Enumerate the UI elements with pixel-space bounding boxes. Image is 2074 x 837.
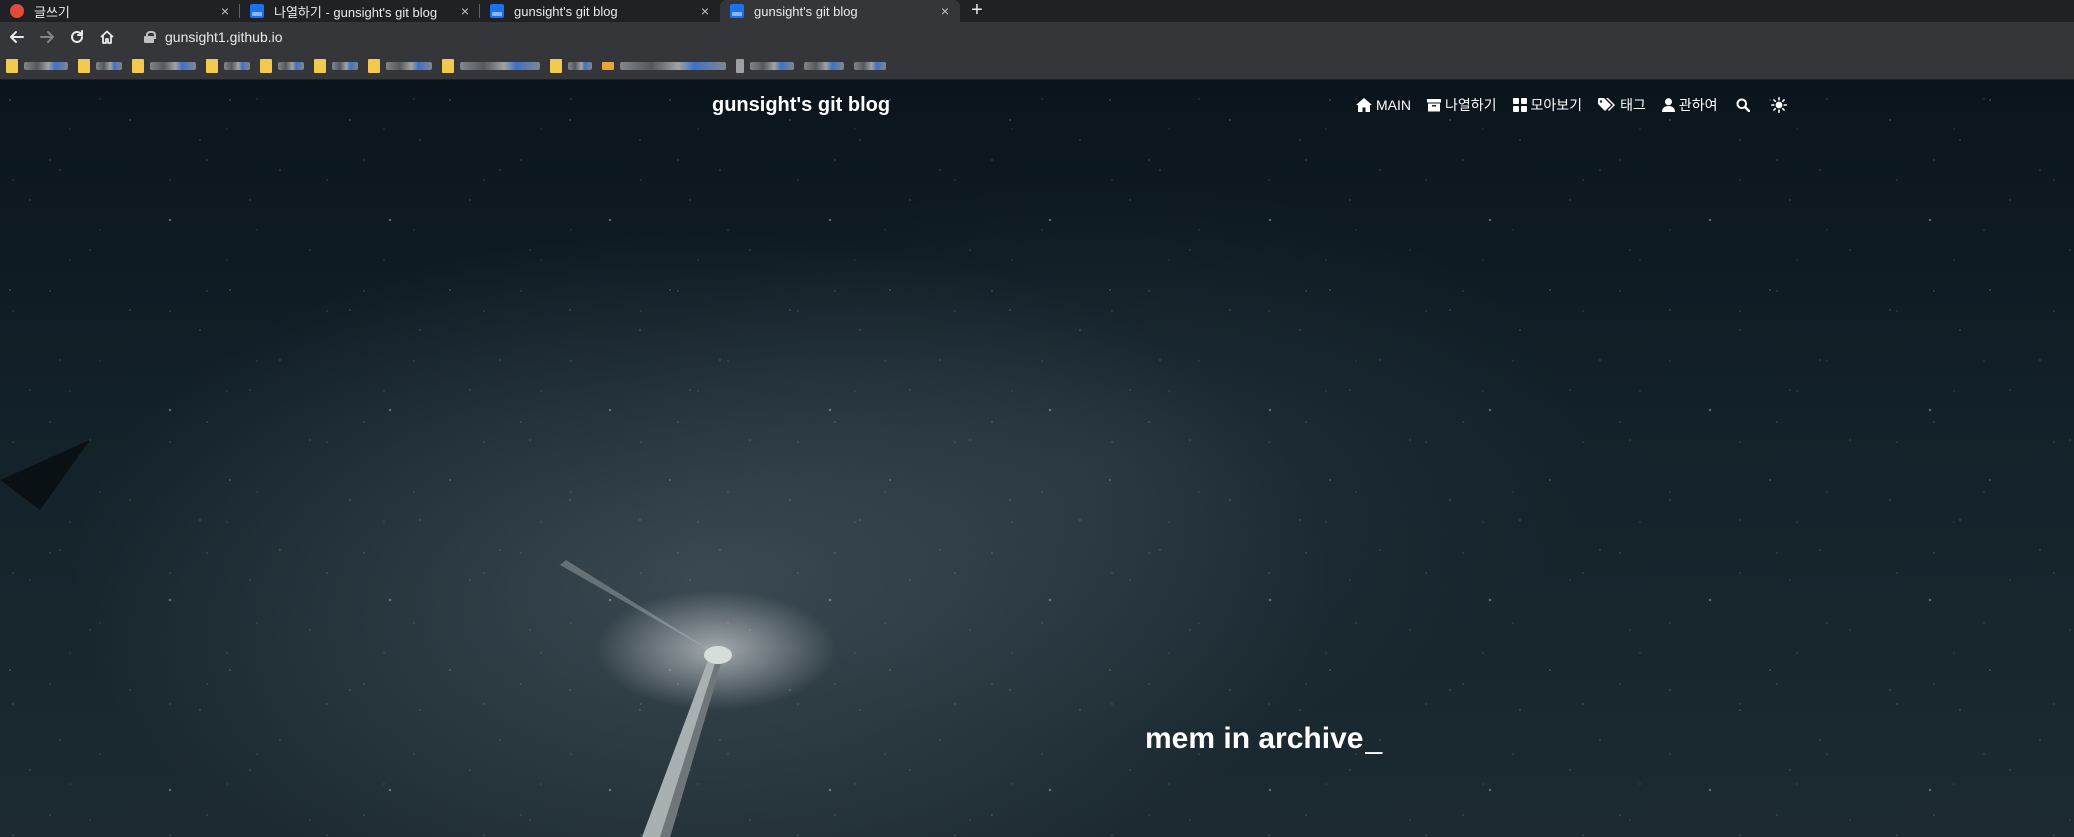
- bookmark-folder[interactable]: [132, 58, 196, 73]
- bookmark-item[interactable]: [602, 61, 726, 70]
- folder-icon: [260, 58, 272, 73]
- bookmark-folder[interactable]: [368, 58, 432, 73]
- browser-tab-strip: 글쓰기 × 나열하기 - gunsight's git blog × gunsi…: [0, 0, 2074, 22]
- browser-tab[interactable]: gunsight's git blog ×: [480, 0, 720, 22]
- hero-section: gunsight's git blog MAIN 나열하기 모아보기 태그 관하…: [0, 80, 2074, 837]
- tab-title: gunsight's git blog: [754, 3, 858, 19]
- bookmark-label-obscured: [332, 61, 358, 70]
- folder-icon: [132, 58, 144, 73]
- bookmark-label-obscured: [224, 61, 250, 70]
- theme-toggle-button[interactable]: [1769, 95, 1789, 115]
- archive-icon: [1427, 99, 1441, 112]
- bookmark-label-obscured: [24, 61, 68, 70]
- browser-toolbar: gunsight1.github.io: [0, 22, 2074, 52]
- site-title[interactable]: gunsight's git blog: [712, 94, 890, 117]
- new-tab-button[interactable]: +: [964, 0, 990, 22]
- bookmark-label-obscured: [460, 61, 540, 70]
- bookmark-folder[interactable]: [6, 58, 68, 73]
- hero-tagline-text: mem in archive: [1145, 722, 1364, 755]
- bookmark-item[interactable]: [854, 61, 886, 70]
- folder-icon: [6, 58, 18, 73]
- browser-tab[interactable]: 나열하기 - gunsight's git blog ×: [240, 0, 480, 22]
- lock-icon: [144, 31, 156, 43]
- address-url: gunsight1.github.io: [165, 29, 283, 45]
- search-icon: [1736, 98, 1751, 112]
- blog-icon: [730, 4, 744, 18]
- bookmark-label-obscured: [854, 61, 886, 70]
- bookmark-folder[interactable]: [442, 58, 540, 73]
- bookmark-label-obscured: [804, 61, 844, 70]
- nav-item-archive[interactable]: 나열하기: [1427, 95, 1497, 115]
- tags-icon: [1598, 98, 1616, 111]
- address-bar[interactable]: gunsight1.github.io: [144, 24, 283, 50]
- close-icon[interactable]: ×: [938, 4, 952, 18]
- bookmark-item[interactable]: [804, 61, 844, 70]
- bookmark-label-obscured: [150, 61, 196, 70]
- arrow-left-icon: [10, 31, 24, 43]
- bookmark-folder[interactable]: [260, 58, 304, 73]
- bookmarks-bar: [0, 52, 2074, 80]
- wind-turbine-image: [0, 440, 836, 837]
- close-icon[interactable]: ×: [458, 4, 472, 18]
- nav-label: 나열하기: [1445, 97, 1497, 113]
- user-icon: [1661, 98, 1675, 112]
- back-button[interactable]: [2, 24, 32, 50]
- bookmark-folder[interactable]: [550, 58, 592, 73]
- folder-icon: [550, 58, 562, 73]
- nav-label: MAIN: [1376, 97, 1411, 113]
- site-nav: MAIN 나열하기 모아보기 태그 관하여: [1356, 95, 1805, 115]
- bookmark-folder[interactable]: [206, 58, 250, 73]
- nav-label: 모아보기: [1530, 97, 1583, 113]
- reload-icon: [71, 30, 83, 43]
- sun-icon: [1771, 97, 1788, 113]
- close-icon[interactable]: ×: [698, 4, 712, 18]
- tab-title: 나열하기 - gunsight's git blog: [274, 4, 438, 20]
- folder-icon: [314, 58, 326, 73]
- search-button[interactable]: [1733, 95, 1753, 115]
- arrow-right-icon: [40, 31, 54, 43]
- bookmark-label-obscured: [620, 61, 726, 70]
- reload-button[interactable]: [62, 24, 92, 50]
- nav-label: 관하여: [1678, 97, 1718, 113]
- home-icon: [1356, 98, 1372, 112]
- bookmark-label-obscured: [96, 61, 122, 70]
- nav-item-main[interactable]: MAIN: [1356, 97, 1411, 113]
- folder-icon: [368, 58, 380, 73]
- close-icon[interactable]: ×: [218, 4, 232, 18]
- red-circle-icon: [10, 4, 24, 18]
- blog-icon: [250, 4, 264, 18]
- tab-title: gunsight's git blog: [514, 3, 618, 19]
- site-header: gunsight's git blog MAIN 나열하기 모아보기 태그 관하…: [0, 80, 2074, 136]
- tab-title: 글쓰기: [34, 4, 70, 20]
- bookmark-label-obscured: [278, 61, 304, 70]
- bookmark-folder[interactable]: [78, 58, 122, 73]
- home-icon: [100, 30, 114, 44]
- hero-tagline: mem in archive_: [1145, 722, 1382, 756]
- folder-icon: [206, 58, 218, 73]
- forward-button[interactable]: [32, 24, 62, 50]
- typing-cursor: _: [1365, 722, 1383, 755]
- browser-tab[interactable]: 글쓰기 ×: [0, 0, 240, 22]
- bookmark-favicon: [736, 58, 744, 73]
- folder-icon: [78, 58, 90, 73]
- nav-item-about[interactable]: 관하여: [1661, 95, 1718, 115]
- home-button[interactable]: [92, 24, 122, 50]
- nav-item-tags[interactable]: 태그: [1598, 95, 1646, 115]
- blog-icon: [490, 4, 504, 18]
- bookmark-label-obscured: [386, 61, 432, 70]
- bookmark-favicon: [602, 61, 614, 70]
- folder-icon: [442, 58, 454, 73]
- bookmark-folder[interactable]: [314, 58, 358, 73]
- grid-icon: [1512, 98, 1527, 112]
- bookmark-label-obscured: [568, 61, 592, 70]
- nav-item-collection[interactable]: 모아보기: [1512, 95, 1583, 115]
- nav-label: 태그: [1620, 97, 1646, 113]
- bookmark-item[interactable]: [736, 58, 794, 73]
- browser-tab-active[interactable]: gunsight's git blog ×: [720, 0, 960, 22]
- bookmark-label-obscured: [750, 61, 794, 70]
